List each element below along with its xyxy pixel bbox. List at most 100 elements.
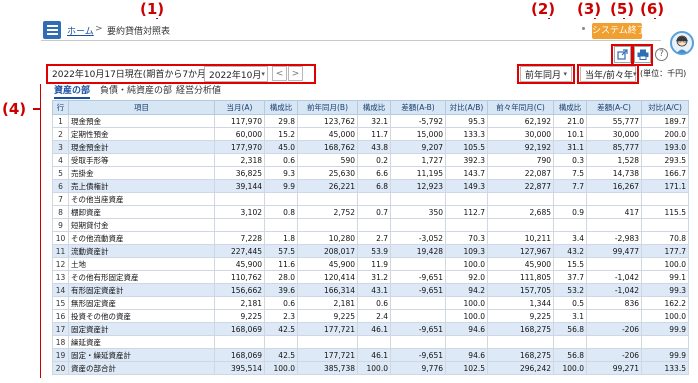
printer-icon[interactable] (634, 46, 651, 63)
value-cell: -9,651 (390, 270, 446, 284)
balance-sheet-table: 行項目 当月(A) 構成比 前年同月(B) 構成比 差額(A-B) 対比(A/B) 前々年同月… (52, 100, 689, 375)
value-cell: 0.6 (264, 153, 298, 167)
value-cell: 99,271 (586, 361, 642, 375)
table-row[interactable]: 15 無形固定資産 2,181 0.6 2,181 0.6 100.0 1,344 0.5 836… (52, 296, 689, 310)
value-cell: 0.9 (553, 205, 587, 219)
table-row[interactable]: 6 売上債権計 39,144 9.9 26,221 6.8 12,923 149.3 22,87… (52, 179, 689, 193)
value-cell: 168,275 (487, 322, 554, 336)
table-row[interactable]: 12 土地 45,900 11.6 45,900 11.9 100.0 45,900 15.5 1… (52, 257, 689, 271)
help-icon[interactable]: ? (655, 48, 668, 61)
table-row[interactable]: 20 資産の部合計 395,514 100.0 385,738 100.0 9,776 102… (52, 361, 689, 375)
period-select-value: 当年/前々年 (585, 70, 634, 81)
item-name-cell: 無形固定資産 (68, 296, 215, 310)
value-cell: 157,705 (487, 283, 554, 297)
value-cell: 2,181 (297, 296, 358, 310)
value-cell: 111,805 (487, 270, 554, 284)
prev-month-button[interactable]: < (272, 66, 287, 81)
tab-assets[interactable]: 資産の部 (54, 85, 91, 99)
item-name-cell: 棚卸資産 (68, 205, 215, 219)
value-cell: 99.9 (641, 322, 689, 336)
column-header: 差額(A-B) (390, 100, 446, 115)
value-cell: 2.3 (264, 309, 298, 323)
dropdown-dot (582, 27, 585, 30)
value-cell: 166.7 (641, 166, 689, 180)
value-cell: 6.8 (357, 179, 391, 193)
row-number-cell: 11 (52, 244, 69, 258)
callout-5: (5) (610, 0, 635, 18)
column-header: 対比(A/B) (445, 100, 488, 115)
column-header: 行 (52, 100, 69, 115)
table-row[interactable]: 3 現金預金計 177,970 45.0 168,762 43.8 9,207 105.5 92… (52, 140, 689, 154)
table-row[interactable]: 18 繰延資産 (52, 335, 689, 349)
value-cell: 55,777 (586, 114, 642, 128)
value-cell (641, 335, 689, 349)
table-row[interactable]: 8 棚卸資産 3,102 0.8 2,752 0.7 350 112.7 2,685 0.9 417… (52, 205, 689, 219)
column-header: 構成比 (553, 100, 587, 115)
value-cell: 0.2 (357, 153, 391, 167)
value-cell: 133.3 (445, 127, 488, 141)
value-cell: 9,225 (214, 309, 265, 323)
column-header: 構成比 (264, 100, 298, 115)
tab-management-analysis[interactable]: 経営分析値 (176, 85, 221, 99)
row-number-cell: 8 (52, 205, 69, 219)
hamburger-menu-icon[interactable] (43, 21, 61, 39)
value-cell: 99.9 (641, 348, 689, 362)
user-avatar-icon[interactable] (670, 31, 694, 55)
table-row[interactable]: 9 短期貸付金 (52, 218, 689, 232)
item-name-cell: その他有形固定資産 (68, 270, 215, 284)
table-header-row: 行項目 当月(A) 構成比 前年同月(B) 構成比 差額(A-B) 対比(A/B) 前々年同月… (52, 100, 689, 115)
table-row[interactable]: 13 その他有形固定資産 110,762 28.0 120,414 31.2 -9,651 9… (52, 270, 689, 284)
period-select[interactable]: 当年/前々年 ▾ (580, 66, 637, 82)
table-row[interactable]: 17 固定資産計 168,069 42.5 177,721 46.1 -9,651 94.6 1… (52, 322, 689, 336)
value-cell: 2,685 (487, 205, 554, 219)
value-cell: 2.4 (357, 309, 391, 323)
value-cell: 99.1 (641, 270, 689, 284)
value-cell: 11.7 (357, 127, 391, 141)
value-cell: 1,528 (586, 153, 642, 167)
value-cell: 193.0 (641, 140, 689, 154)
value-cell: 1,344 (487, 296, 554, 310)
table-row[interactable]: 5 売掛金 36,825 9.3 25,630 6.6 11,195 143.7 22,087 7… (52, 166, 689, 180)
value-cell: 0.5 (553, 296, 587, 310)
value-cell: 143.7 (445, 166, 488, 180)
column-header: 当月(A) (214, 100, 265, 115)
table-row[interactable]: 19 固定・繰延資産計 168,069 42.5 177,721 46.1 -9,651 94… (52, 348, 689, 362)
value-cell: 32.1 (357, 114, 391, 128)
table-row[interactable]: 4 受取手形等 2,318 0.6 590 0.2 1,727 392.3 790 0.3 1,52… (52, 153, 689, 167)
value-cell: 156,662 (214, 283, 265, 297)
value-cell: 11.9 (357, 257, 391, 271)
breadcrumb-home-link[interactable]: ホーム (67, 24, 94, 37)
table-row[interactable]: 1 現金預金 117,970 29.8 123,762 32.1 -5,792 95.3 62,… (52, 114, 689, 128)
value-cell: 293.5 (641, 153, 689, 167)
value-cell: 9.3 (264, 166, 298, 180)
system-exit-button[interactable]: システム終了 (592, 23, 642, 39)
table-row[interactable]: 10 その他流動資産 7,228 1.8 10,280 2.7 -3,052 70.3 10,2… (52, 231, 689, 245)
page-title: 要約貸借対照表 (107, 27, 171, 37)
value-cell: 2.7 (357, 231, 391, 245)
value-cell (357, 218, 391, 232)
next-month-button[interactable]: > (288, 66, 303, 81)
value-cell: 21.0 (553, 114, 587, 128)
table-row[interactable]: 11 流動資産計 227,445 57.5 208,017 53.9 19,428 109.3… (52, 244, 689, 258)
table-row[interactable]: 2 定期性預金 60,000 15.2 45,000 11.7 15,000 133.3 30,… (52, 127, 689, 141)
value-cell: 43.8 (357, 140, 391, 154)
value-cell: 100.0 (553, 361, 587, 375)
value-cell: 2,318 (214, 153, 265, 167)
export-icon[interactable] (614, 46, 631, 63)
tab-liabilities-equity[interactable]: 負債・純資産の部 (100, 85, 172, 99)
value-cell (214, 192, 265, 206)
value-cell: 9,225 (487, 309, 554, 323)
value-cell: 45,900 (297, 257, 358, 271)
row-number-cell: 10 (52, 231, 69, 245)
table-row[interactable]: 16 投資その他の資産 9,225 2.3 9,225 2.4 100.0 9,225 3.1 1… (52, 309, 689, 323)
month-select[interactable]: 2022年10月 ▾ (204, 66, 268, 82)
value-cell: 45,900 (214, 257, 265, 271)
compare-select[interactable]: 前年同月 ▾ (520, 66, 572, 82)
table-row[interactable]: 7 その他当座資産 (52, 192, 689, 206)
value-cell (553, 218, 587, 232)
value-cell: 123,762 (297, 114, 358, 128)
table-row[interactable]: 14 有形固定資産計 156,662 39.6 166,314 43.1 -9,651 94.… (52, 283, 689, 297)
value-cell: 45.0 (264, 140, 298, 154)
value-cell: 100.0 (264, 361, 298, 375)
value-cell (390, 309, 446, 323)
